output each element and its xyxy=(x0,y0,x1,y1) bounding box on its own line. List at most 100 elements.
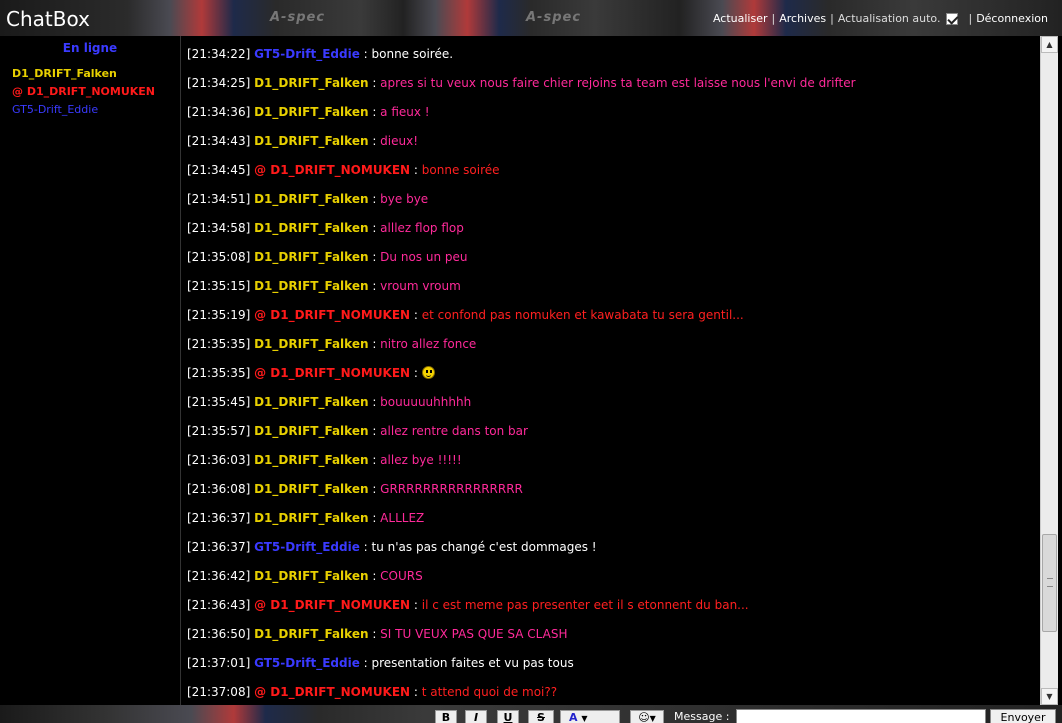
online-user[interactable]: GT5-Drift_Eddie xyxy=(0,101,180,119)
message-text: bye bye xyxy=(380,192,429,206)
chat-message: [21:35:57] D1_DRIFT_Falken : allez rentr… xyxy=(187,417,1040,446)
message-separator: : xyxy=(410,308,422,322)
archives-link[interactable]: Archives xyxy=(779,12,826,25)
message-timestamp: [21:36:03] xyxy=(187,453,251,467)
message-author[interactable]: D1_DRIFT_Falken xyxy=(254,250,368,264)
chat-message: [21:34:22] GT5-Drift_Eddie : bonne soiré… xyxy=(187,40,1040,69)
chat-message: [21:37:01] GT5-Drift_Eddie : presentatio… xyxy=(187,649,1040,678)
message-author[interactable]: D1_DRIFT_Falken xyxy=(254,279,368,293)
scroll-up-arrow-icon[interactable]: ▲ xyxy=(1041,36,1058,53)
message-text: GRRRRRRRRRRRRRRRR xyxy=(380,482,523,496)
message-author[interactable]: @ D1_DRIFT_NOMUKEN xyxy=(254,366,410,380)
message-separator: : xyxy=(368,511,381,525)
online-user[interactable]: @ D1_DRIFT_NOMUKEN xyxy=(0,83,180,101)
message-text: a fieux ! xyxy=(380,105,430,119)
footer-toolbar: B I U S A ▼ ☺▼ Message : Envoyer xyxy=(0,705,1062,723)
message-text: il c est meme pas presenter eet il s eto… xyxy=(421,598,749,612)
message-separator: : xyxy=(368,569,381,583)
message-separator: : xyxy=(410,685,422,699)
chat-message: [21:34:43] D1_DRIFT_Falken : dieux! xyxy=(187,127,1040,156)
message-author[interactable]: D1_DRIFT_Falken xyxy=(254,134,368,148)
message-author[interactable]: @ D1_DRIFT_NOMUKEN xyxy=(254,308,410,322)
chat-message: [21:36:37] D1_DRIFT_Falken : ALLLEZ xyxy=(187,504,1040,533)
message-author[interactable]: D1_DRIFT_Falken xyxy=(254,627,368,641)
message-timestamp: [21:36:50] xyxy=(187,627,251,641)
message-author[interactable]: GT5-Drift_Eddie xyxy=(254,540,360,554)
message-author[interactable]: @ D1_DRIFT_NOMUKEN xyxy=(254,685,410,699)
message-timestamp: [21:35:35] xyxy=(187,366,251,380)
message-separator: : xyxy=(368,250,381,264)
italic-button[interactable]: I xyxy=(465,710,487,723)
message-author[interactable]: D1_DRIFT_Falken xyxy=(254,569,368,583)
message-text: tu n'as pas changé c'est dommages ! xyxy=(371,540,597,554)
message-separator: : xyxy=(359,656,372,670)
header-banner: ChatBox A-spec A-spec Actualiser | Archi… xyxy=(0,0,1062,36)
message-author[interactable]: GT5-Drift_Eddie xyxy=(254,47,360,61)
underline-button[interactable]: U xyxy=(497,710,519,723)
message-author[interactable]: D1_DRIFT_Falken xyxy=(254,105,368,119)
message-timestamp: [21:35:35] xyxy=(187,337,251,351)
message-timestamp: [21:34:25] xyxy=(187,76,251,90)
message-author[interactable]: D1_DRIFT_Falken xyxy=(254,192,368,206)
message-separator: : xyxy=(368,627,381,641)
chat-message: [21:35:19] @ D1_DRIFT_NOMUKEN : et confo… xyxy=(187,301,1040,330)
message-author[interactable]: D1_DRIFT_Falken xyxy=(254,453,368,467)
nav-separator: | xyxy=(968,12,973,25)
smiley-icon: ☺ xyxy=(638,711,650,723)
message-author[interactable]: D1_DRIFT_Falken xyxy=(254,221,368,235)
chat-message: [21:34:45] @ D1_DRIFT_NOMUKEN : bonne so… xyxy=(187,156,1040,185)
chat-message: [21:35:15] D1_DRIFT_Falken : vroum vroum xyxy=(187,272,1040,301)
message-timestamp: [21:34:22] xyxy=(187,47,251,61)
message-input[interactable] xyxy=(736,709,986,723)
message-text: SI TU VEUX PAS QUE SA CLASH xyxy=(380,627,568,641)
nav-separator: | xyxy=(830,12,834,25)
banner-logo-text: A-spec xyxy=(270,10,326,25)
message-author[interactable]: D1_DRIFT_Falken xyxy=(254,395,368,409)
send-button[interactable]: Envoyer xyxy=(990,709,1056,723)
message-text: bonne soirée xyxy=(421,163,500,177)
message-author[interactable]: D1_DRIFT_Falken xyxy=(254,424,368,438)
message-separator: : xyxy=(368,279,381,293)
banner-logo-text: A-spec xyxy=(526,10,582,25)
chat-scrollbar[interactable]: ▲ ▼ xyxy=(1040,36,1058,705)
strike-button[interactable]: S xyxy=(528,710,554,723)
emoticon-button[interactable]: ☺▼ xyxy=(630,710,664,723)
message-author[interactable]: D1_DRIFT_Falken xyxy=(254,482,368,496)
message-text: Du nos un peu xyxy=(380,250,468,264)
auto-refresh-checkbox[interactable] xyxy=(946,12,959,25)
message-text: dieux! xyxy=(380,134,419,148)
online-user[interactable]: D1_DRIFT_Falken xyxy=(0,65,180,83)
message-author[interactable]: @ D1_DRIFT_NOMUKEN xyxy=(254,598,410,612)
message-author[interactable]: D1_DRIFT_Falken xyxy=(254,337,368,351)
message-timestamp: [21:35:45] xyxy=(187,395,251,409)
message-separator: : xyxy=(368,395,381,409)
chat-message: [21:35:08] D1_DRIFT_Falken : Du nos un p… xyxy=(187,243,1040,272)
message-author[interactable]: GT5-Drift_Eddie xyxy=(254,656,360,670)
scroll-down-arrow-icon[interactable]: ▼ xyxy=(1041,688,1058,705)
top-nav: Actualiser | Archives | Actualisation au… xyxy=(713,12,1048,25)
message-timestamp: [21:36:42] xyxy=(187,569,251,583)
logout-link[interactable]: Déconnexion xyxy=(976,12,1048,25)
message-author[interactable]: D1_DRIFT_Falken xyxy=(254,511,368,525)
message-author[interactable]: D1_DRIFT_Falken xyxy=(254,76,368,90)
online-sidebar: En ligne D1_DRIFT_Falken @ D1_DRIFT_NOMUK… xyxy=(0,36,181,705)
message-separator: : xyxy=(359,47,372,61)
message-timestamp: [21:35:19] xyxy=(187,308,251,322)
smiley-icon xyxy=(421,366,435,379)
refresh-link[interactable]: Actualiser xyxy=(713,12,768,25)
message-separator: : xyxy=(410,163,422,177)
auto-refresh-label: Actualisation auto. xyxy=(837,12,941,25)
text-color-button[interactable]: A ▼ xyxy=(560,710,620,723)
scroll-thumb[interactable] xyxy=(1042,534,1057,632)
chat-message: [21:36:08] D1_DRIFT_Falken : GRRRRRRRRRR… xyxy=(187,475,1040,504)
message-author[interactable]: @ D1_DRIFT_NOMUKEN xyxy=(254,163,410,177)
chat-message: [21:36:43] @ D1_DRIFT_NOMUKEN : il c est… xyxy=(187,591,1040,620)
chat-message: [21:35:45] D1_DRIFT_Falken : bouuuuuhhhh… xyxy=(187,388,1040,417)
bold-button[interactable]: B xyxy=(435,710,457,723)
message-separator: : xyxy=(368,76,381,90)
online-user-list: D1_DRIFT_Falken @ D1_DRIFT_NOMUKEN GT5-Dri… xyxy=(0,65,180,119)
message-timestamp: [21:36:37] xyxy=(187,511,251,525)
app-title: ChatBox xyxy=(6,7,90,31)
chat-message: [21:36:03] D1_DRIFT_Falken : allez bye !… xyxy=(187,446,1040,475)
chat-message: [21:35:35] D1_DRIFT_Falken : nitro allez… xyxy=(187,330,1040,359)
